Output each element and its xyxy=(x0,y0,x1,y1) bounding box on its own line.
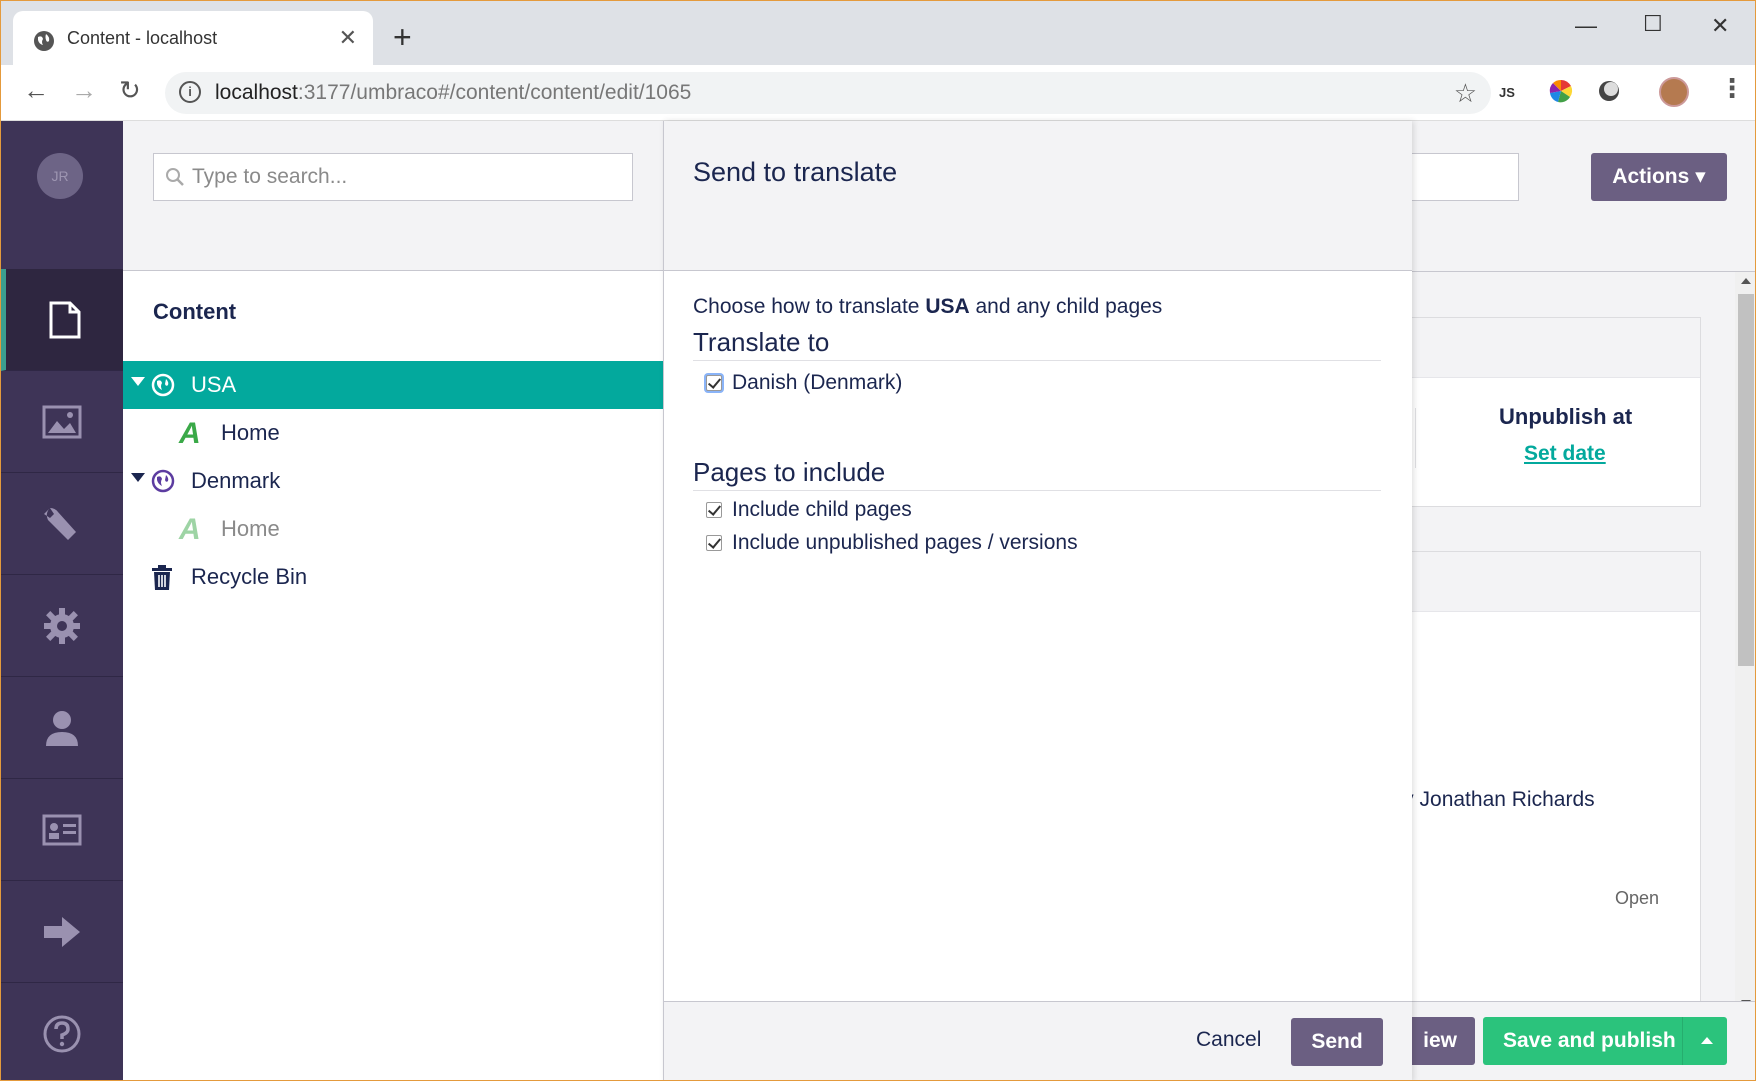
cancel-button[interactable]: Cancel xyxy=(1196,1028,1261,1052)
tree-node-usa[interactable]: USA xyxy=(123,361,663,409)
open-link[interactable]: Open xyxy=(1615,888,1659,909)
document-type-a-icon: A xyxy=(179,417,201,450)
info-icon[interactable]: i xyxy=(179,81,201,103)
send-to-translate-dialog: Send to translate Choose how to translat… xyxy=(663,121,1412,1080)
translate-to-heading: Translate to xyxy=(693,327,1381,361)
arrow-right-icon xyxy=(44,916,80,947)
back-arrow-icon[interactable]: ← xyxy=(23,77,49,103)
scroll-up-icon[interactable] xyxy=(1741,278,1751,284)
forward-arrow-icon[interactable]: → xyxy=(71,77,97,103)
globe-icon xyxy=(151,469,175,493)
chevron-up-icon[interactable] xyxy=(1701,1037,1713,1044)
document-icon xyxy=(49,301,80,338)
trash-icon xyxy=(152,565,172,590)
image-icon xyxy=(42,405,82,438)
set-date-link[interactable]: Set date xyxy=(1524,442,1606,466)
minimize-icon[interactable]: — xyxy=(1575,13,1597,39)
tab-close-icon[interactable]: ✕ xyxy=(339,25,357,51)
nav-settings-tools[interactable] xyxy=(1,473,123,575)
browser-window: Content - localhost ✕ + — ☐ ✕ ← → ↻ i lo… xyxy=(0,0,1756,1081)
id-card-icon xyxy=(42,814,82,845)
address-bar[interactable]: i localhost:3177/umbraco#/content/conten… xyxy=(165,72,1491,114)
nav-users[interactable] xyxy=(1,677,123,779)
browser-toolbar: ← → ↻ i localhost:3177/umbraco#/content/… xyxy=(1,65,1755,121)
card-divider xyxy=(1415,408,1416,468)
user-avatar[interactable]: JR xyxy=(37,153,83,199)
search-icon xyxy=(166,168,184,186)
checkbox[interactable] xyxy=(706,375,722,391)
color-wheel-extension-icon[interactable] xyxy=(1547,77,1575,105)
scrollbar[interactable] xyxy=(1735,272,1755,1012)
globe-icon xyxy=(151,373,175,397)
js-extension-icon[interactable]: JS xyxy=(1499,77,1527,105)
maximize-icon[interactable]: ☐ xyxy=(1643,11,1663,37)
circle-extension-icon[interactable] xyxy=(1595,77,1623,105)
tree-node-label: Denmark xyxy=(191,468,281,493)
history-card: l by Jonathan Richards Open xyxy=(1381,551,1701,1031)
menu-dots-icon[interactable]: ⋮ xyxy=(1719,75,1745,101)
dialog-header: Send to translate xyxy=(664,121,1412,271)
tab-title: Content - localhost xyxy=(67,28,218,48)
new-tab-button[interactable]: + xyxy=(393,21,412,53)
expand-caret-icon[interactable] xyxy=(131,473,145,482)
dialog-footer: Cancel Send xyxy=(664,1001,1412,1080)
tree-search-input[interactable] xyxy=(192,162,622,192)
scrollbar-thumb[interactable] xyxy=(1738,294,1754,666)
document-type-a-icon: A xyxy=(179,513,201,546)
nav-forms-redirect[interactable] xyxy=(1,881,123,983)
gear-icon xyxy=(44,607,80,644)
umbraco-app: JR Type to search... Content USA A Home … xyxy=(1,121,1755,1080)
nav-help[interactable] xyxy=(1,983,123,1080)
user-icon xyxy=(46,710,78,746)
checkbox[interactable] xyxy=(706,535,722,551)
window-close-icon[interactable]: ✕ xyxy=(1711,13,1729,39)
pages-to-include-heading: Pages to include xyxy=(693,457,1381,491)
wrench-icon xyxy=(44,507,76,540)
card-header xyxy=(1381,552,1700,612)
tree-node-denmark-home[interactable]: A Home xyxy=(123,505,663,553)
content-tree-panel: Content USA A Home Denmark A Home R xyxy=(123,121,663,1080)
button-separator xyxy=(1682,1017,1683,1065)
tab-strip: Content - localhost ✕ + — ☐ ✕ xyxy=(1,1,1755,65)
history-entry: l by Jonathan Richards xyxy=(1381,788,1595,811)
tree-node-usa-home[interactable]: A Home xyxy=(123,409,663,457)
actions-button[interactable]: Actions ▾ xyxy=(1591,153,1727,201)
bookmark-star-icon[interactable]: ☆ xyxy=(1454,78,1477,109)
tree-heading: Content xyxy=(153,299,237,324)
nav-content[interactable] xyxy=(1,269,123,371)
expand-caret-icon[interactable] xyxy=(131,377,145,386)
reload-icon[interactable]: ↻ xyxy=(119,77,141,103)
dialog-title: Send to translate xyxy=(693,157,898,187)
globe-icon xyxy=(34,31,54,51)
tree-node-recycle-bin[interactable]: Recycle Bin xyxy=(123,553,663,601)
tree-search xyxy=(153,153,633,201)
section-navigation: JR xyxy=(1,121,123,1080)
tree-node-label: Recycle Bin xyxy=(191,564,308,589)
tree-search-area xyxy=(123,121,663,271)
nav-media[interactable] xyxy=(1,371,123,473)
tree-node-label: Home xyxy=(221,420,280,445)
browser-tab[interactable]: Content - localhost ✕ xyxy=(13,11,373,65)
publishing-card: ng Unpublish at Set date xyxy=(1381,317,1701,507)
send-button[interactable]: Send xyxy=(1291,1018,1383,1066)
url-text: localhost:3177/umbraco#/content/content/… xyxy=(215,81,692,104)
tree-node-label: USA xyxy=(191,372,237,397)
include-unpublished-checkbox[interactable]: Include unpublished pages / versions xyxy=(706,531,1078,555)
tree-node-label: Home xyxy=(221,516,280,541)
profile-avatar[interactable] xyxy=(1659,77,1689,107)
card-header: ng xyxy=(1381,318,1700,378)
dialog-intro: Choose how to translate USA and any chil… xyxy=(693,295,1163,318)
help-icon xyxy=(43,1015,81,1053)
tree-node-denmark[interactable]: Denmark xyxy=(123,457,663,505)
checkbox[interactable] xyxy=(706,502,722,518)
nav-developer[interactable] xyxy=(1,575,123,677)
include-child-pages-checkbox[interactable]: Include child pages xyxy=(706,498,912,522)
unpublish-at-label: Unpublish at xyxy=(1499,404,1633,429)
save-and-publish-button[interactable]: Save and publish xyxy=(1483,1017,1727,1065)
nav-members[interactable] xyxy=(1,779,123,881)
language-checkbox-danish[interactable]: Danish (Denmark) xyxy=(706,371,902,395)
